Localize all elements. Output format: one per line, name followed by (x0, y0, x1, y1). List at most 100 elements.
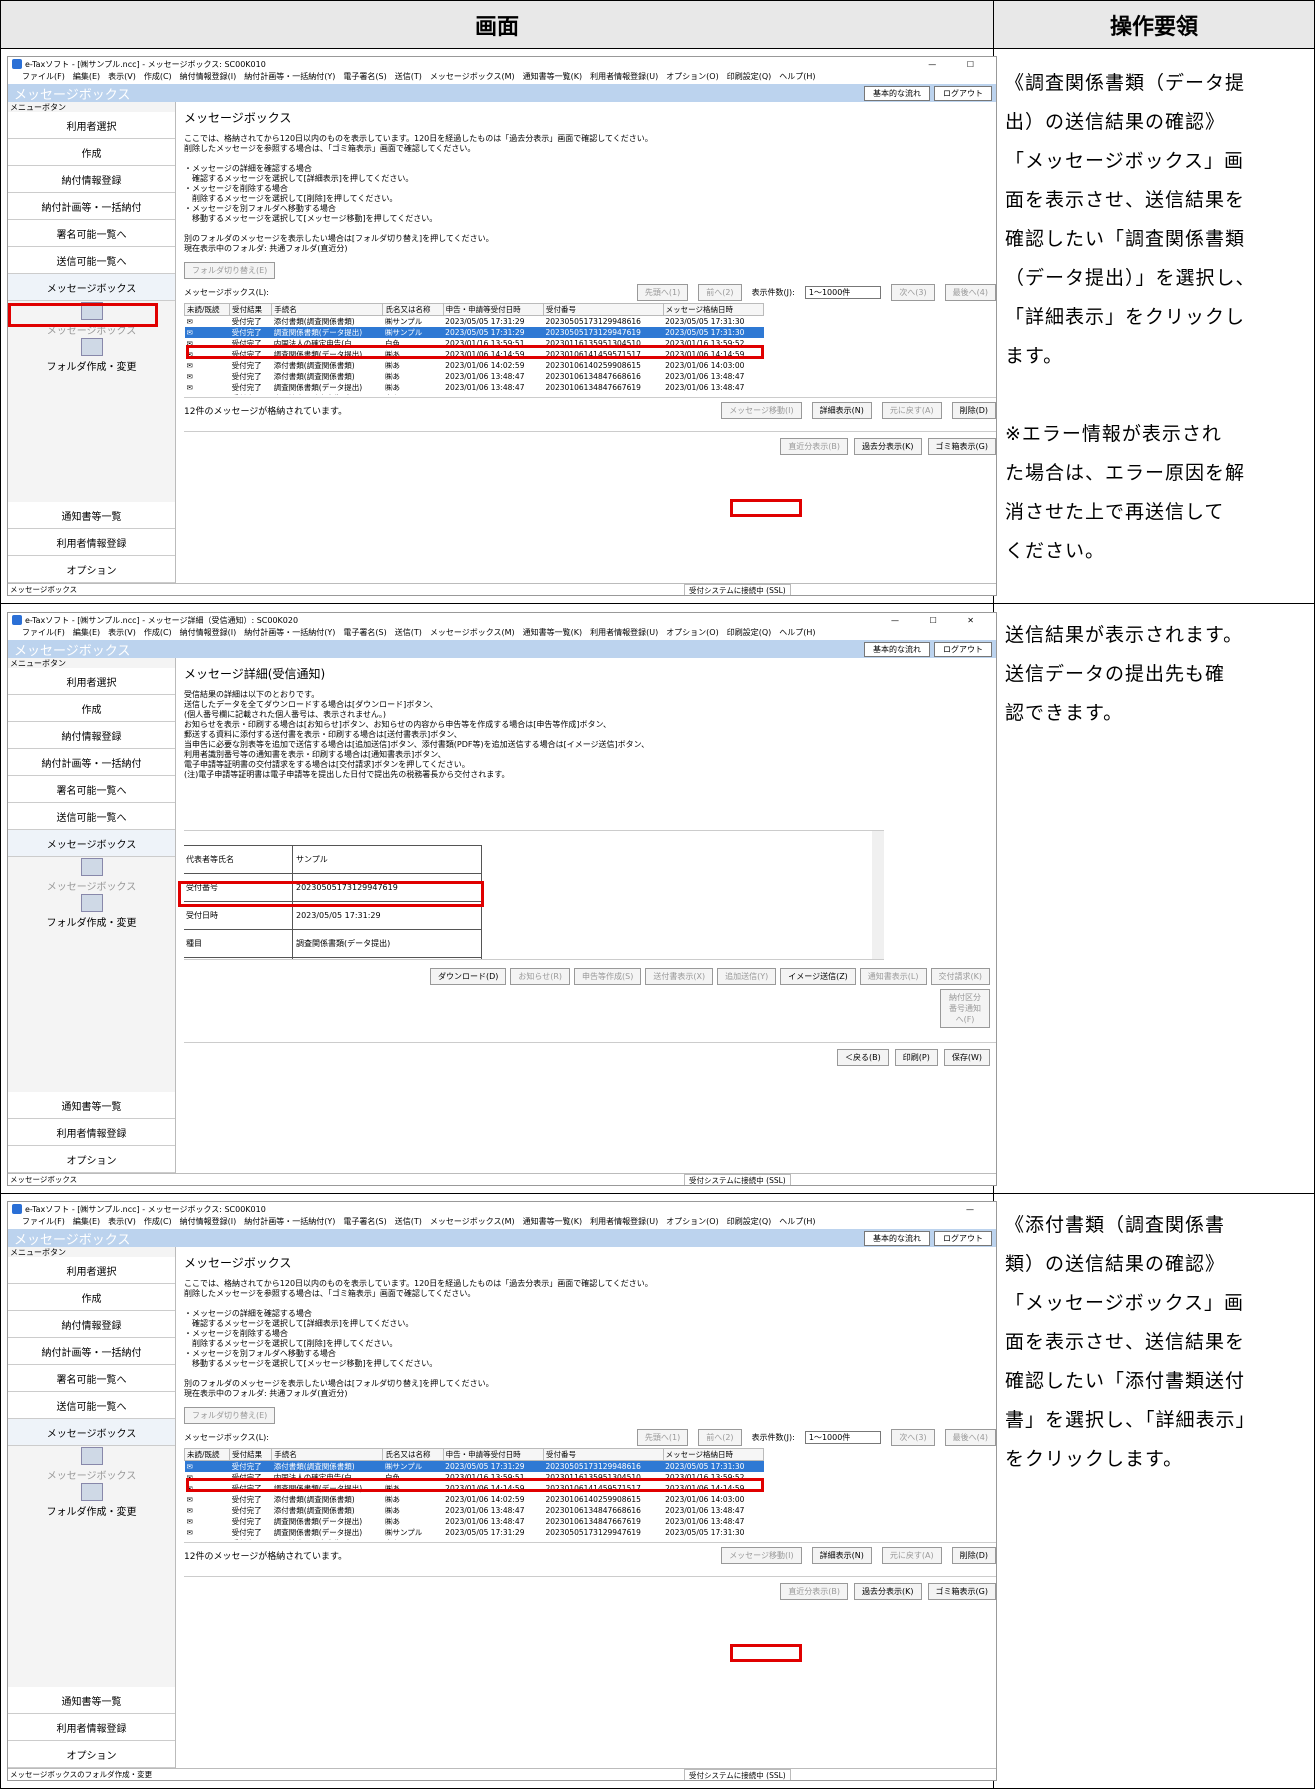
logout-button[interactable]: ログアウト (934, 1231, 992, 1246)
logout-button[interactable]: ログアウト (934, 642, 992, 657)
sidebar-messagebox-icon-item[interactable]: メッセージボックス (8, 1446, 175, 1482)
next-page-button[interactable]: 次へ(3) (891, 1428, 935, 1446)
first-page-button[interactable]: 先頭へ(1) (636, 1428, 689, 1446)
sidebar-folder-icon-item[interactable]: フォルダ作成・変更 (8, 337, 175, 373)
message-list-table[interactable]: 未読/既読 受付結果 手続名 氏名又は名称 申告・申請等受付日時 受付番号 メッセージ格納日… (184, 1448, 764, 1540)
sidebar-item-payment-info[interactable]: 納付情報登録 (8, 166, 175, 193)
window-controls[interactable]: — ☐ (928, 60, 988, 69)
detail-action-button[interactable]: 交付請求(K) (930, 968, 990, 985)
last-page-button[interactable]: 最後へ(4) (944, 1428, 996, 1446)
sidebar-item-notices[interactable]: 通知書等一覧 (8, 502, 175, 529)
past-view-button[interactable]: 過去分表示(K) (854, 438, 922, 455)
sidebar-messagebox-icon-item[interactable]: メッセージボックス (8, 857, 175, 893)
column-header[interactable]: 手続名 (271, 1448, 384, 1461)
sidebar-item-options[interactable]: オプション (8, 1741, 175, 1768)
table-row[interactable]: ✉ 受付完了 調査関係書類(データ提出) ㈱サンプル 2023/05/05 17:31:… (184, 327, 764, 338)
detail-view-button[interactable]: 詳細表示(N) (811, 402, 872, 419)
column-header[interactable]: 申告・申請等受付日時 (442, 1448, 544, 1461)
detail-action-button[interactable]: ダウンロード(D) (429, 968, 507, 985)
sidebar-item-sendable-list[interactable]: 送信可能一覧へ (8, 247, 175, 274)
detail-action-button[interactable]: お知らせ(R) (510, 968, 571, 985)
next-page-button[interactable]: 次へ(3) (891, 283, 935, 301)
sidebar-item-user-select[interactable]: 利用者選択 (8, 112, 175, 139)
trash-view-button[interactable]: ゴミ箱表示(G) (927, 1583, 996, 1600)
sidebar-item-payment-info[interactable]: 納付情報登録 (8, 722, 175, 749)
save-button[interactable]: 保存(W) (943, 1049, 990, 1066)
move-message-button[interactable]: メッセージ移動(I) (721, 1547, 802, 1564)
sidebar-item-user-info[interactable]: 利用者情報登録 (8, 1119, 175, 1146)
payment-number-button[interactable]: 納付区分番号通知へ(F) (940, 989, 990, 1028)
page-size-select[interactable]: 1〜1000件 (804, 285, 882, 299)
basic-flow-button[interactable]: 基本的な流れ (864, 86, 930, 101)
table-row[interactable]: ✉ 受付完了 調査関係書類(データ提出) ㈱あ 2023/01/06 13:48:47 2… (185, 382, 764, 393)
window-controls[interactable]: — (966, 1205, 988, 1214)
table-row[interactable]: ✉ 受付完了 調査関係書類(データ提出) ㈱サンプル 2023/05/05 17:31:… (185, 1527, 764, 1538)
folder-switch-button[interactable]: フォルダ切り替え(E) (184, 262, 276, 279)
sidebar-item-notices[interactable]: 通知書等一覧 (8, 1092, 175, 1119)
folder-switch-button[interactable]: フォルダ切り替え(E) (184, 1407, 276, 1424)
table-row[interactable]: ✉ 受付完了 添付書類(調査関係書類) ㈱サンプル 2023/05/05 17:31:2… (184, 1460, 764, 1472)
column-header[interactable]: 手続名 (271, 303, 384, 316)
past-view-button[interactable]: 過去分表示(K) (854, 1583, 922, 1600)
table-row[interactable]: ✉受付完了内国法人の確定申告(青...白色2023/01/16 13:55:39… (185, 1538, 764, 1540)
table-row[interactable]: ✉ 受付完了 調査関係書類(データ提出) ㈱あ 2023/01/06 13:48:47 2… (185, 1516, 764, 1527)
scrollbar[interactable] (872, 831, 884, 959)
recent-view-button[interactable]: 直近分表示(B) (780, 438, 849, 455)
logout-button[interactable]: ログアウト (934, 86, 992, 101)
column-header[interactable]: 受付結果 (229, 303, 273, 316)
trash-view-button[interactable]: ゴミ箱表示(G) (927, 438, 996, 455)
table-row[interactable]: ✉受付完了内国法人の確定申告(青...白色2023/01/16 13:55:39… (185, 393, 764, 395)
restore-button[interactable]: 元に戻す(A) (881, 402, 942, 419)
sidebar-item-payment-plan[interactable]: 納付計画等・一括納付 (8, 193, 175, 220)
delete-button[interactable]: 削除(D) (951, 402, 996, 419)
detail-action-button[interactable]: 申告等作成(S) (574, 968, 642, 985)
table-row[interactable]: ✉ 受付完了 添付書類(調査関係書類) ㈱あ 2023/01/06 14:02:59 20… (185, 1494, 764, 1505)
menu-bar[interactable]: ファイル(F) 編集(E) 表示(V) 作成(C) 納付情報登録(I) 納付計画… (8, 1216, 996, 1229)
sidebar-item-user-info[interactable]: 利用者情報登録 (8, 1714, 175, 1741)
table-row[interactable]: ✉ 受付完了 添付書類(調査関係書類) ㈱あ 2023/01/06 13:48:47 20… (185, 371, 764, 382)
column-header[interactable]: 受付番号 (542, 1448, 664, 1461)
menu-bar[interactable]: ファイル(F) 編集(E) 表示(V) 作成(C) 納付情報登録(I) 納付計画… (8, 627, 996, 640)
move-message-button[interactable]: メッセージ移動(I) (721, 402, 802, 419)
sidebar-item-messagebox[interactable]: メッセージボックス (8, 1419, 175, 1446)
column-header[interactable]: 申告・申請等受付日時 (442, 303, 544, 316)
sidebar-item-signable-list[interactable]: 署名可能一覧へ (8, 776, 175, 803)
restore-button[interactable]: 元に戻す(A) (881, 1547, 942, 1564)
table-row[interactable]: ✉ 受付完了 添付書類(調査関係書類) ㈱あ 2023/01/06 14:02:59 20… (185, 360, 764, 371)
column-header[interactable]: 未読/既読 (184, 1448, 231, 1461)
column-header[interactable]: 氏名又は名称 (382, 1448, 444, 1461)
basic-flow-button[interactable]: 基本的な流れ (864, 1231, 930, 1246)
sidebar-item-sendable-list[interactable]: 送信可能一覧へ (8, 803, 175, 830)
sidebar-item-payment-plan[interactable]: 納付計画等・一括納付 (8, 749, 175, 776)
prev-page-button[interactable]: 前へ(2) (698, 1428, 742, 1446)
table-row[interactable]: ✉ 受付完了 添付書類(調査関係書類) ㈱サンプル 2023/05/05 17:31:2… (185, 316, 764, 328)
detail-action-button[interactable]: 追加送信(Y) (717, 968, 777, 985)
page-size-select[interactable]: 1〜1000件 (804, 1430, 882, 1444)
detail-view-button[interactable]: 詳細表示(N) (811, 1547, 872, 1564)
window-controls[interactable]: — ☐ ✕ (891, 616, 988, 625)
sidebar-item-signable-list[interactable]: 署名可能一覧へ (8, 220, 175, 247)
table-row[interactable]: ✉ 受付完了 添付書類(調査関係書類) ㈱あ 2023/01/06 13:48:47 20… (185, 1505, 764, 1516)
sidebar-item-create[interactable]: 作成 (8, 1284, 175, 1311)
first-page-button[interactable]: 先頭へ(1) (636, 283, 689, 301)
sidebar-item-messagebox[interactable]: メッセージボックス (8, 274, 175, 301)
sidebar-folder-icon-item[interactable]: フォルダ作成・変更 (8, 893, 175, 929)
detail-action-button[interactable]: 通知書表示(L) (859, 968, 927, 985)
detail-action-button[interactable]: 送付書表示(X) (645, 968, 714, 985)
detail-action-button[interactable]: イメージ送信(Z) (780, 968, 856, 985)
sidebar-item-create[interactable]: 作成 (8, 139, 175, 166)
basic-flow-button[interactable]: 基本的な流れ (864, 642, 930, 657)
delete-button[interactable]: 削除(D) (951, 1547, 996, 1564)
column-header[interactable]: 受付番号 (542, 303, 664, 316)
sidebar-item-sendable-list[interactable]: 送信可能一覧へ (8, 1392, 175, 1419)
column-header[interactable]: 受付結果 (229, 1448, 273, 1461)
column-header[interactable]: メッセージ格納日時 (662, 303, 764, 316)
column-header[interactable]: 氏名又は名称 (382, 303, 444, 316)
sidebar-item-notices[interactable]: 通知書等一覧 (8, 1687, 175, 1714)
sidebar-item-user-select[interactable]: 利用者選択 (8, 668, 175, 695)
back-button[interactable]: ＜戻る(B) (837, 1049, 889, 1066)
sidebar-item-signable-list[interactable]: 署名可能一覧へ (8, 1365, 175, 1392)
sidebar-item-payment-info[interactable]: 納付情報登録 (8, 1311, 175, 1338)
sidebar-folder-icon-item[interactable]: フォルダ作成・変更 (8, 1482, 175, 1518)
column-header[interactable]: メッセージ格納日時 (662, 1448, 764, 1461)
